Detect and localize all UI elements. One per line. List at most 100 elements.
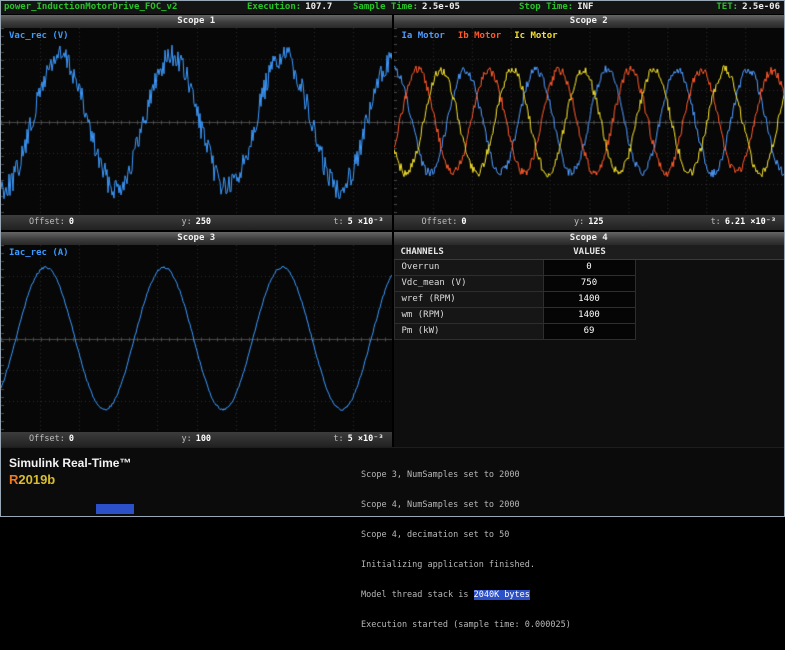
simulink-brand: Simulink Real-Time™: [9, 456, 131, 470]
execution-time: Execution: 107.7: [247, 1, 332, 14]
status-bar: power_InductionMotorDrive_FOC_v2 Executi…: [1, 1, 784, 15]
y-label: y:: [181, 434, 191, 444]
execution-value: 107.7: [305, 2, 332, 12]
t-label: t:: [333, 217, 343, 227]
log-line: Scope 4, NumSamples set to 2000: [361, 500, 571, 510]
scope4-table: CHANNELS VALUES Overrun 0 Vdc_mean (V) 7…: [394, 245, 785, 447]
scope2-y-scale: y: 125: [574, 215, 604, 230]
y-label: y:: [574, 217, 584, 227]
sample-time-label: Sample Time:: [353, 2, 418, 12]
log-line: Initializing application finished.: [361, 560, 571, 570]
legend-ia-motor: Ia Motor: [402, 31, 445, 41]
channel-value-cell: 750: [544, 276, 636, 292]
tet: TET: 2.5e-06: [716, 1, 780, 14]
offset-label: Offset:: [29, 434, 65, 444]
offset-value: 0: [69, 434, 74, 444]
scope3-panel: Scope 3 Iac_rec (A) Offset: 0 y: 100 t: 5 ×…: [1, 232, 392, 447]
model-name: power_InductionMotorDrive_FOC_v2: [4, 1, 177, 14]
legend-ic-motor: Ic Motor: [514, 31, 557, 41]
channel-value-cell: 1400: [544, 308, 636, 324]
scope3-plot: Iac_rec (A): [1, 245, 392, 432]
channel-name-cell: wref (RPM): [394, 292, 544, 308]
release-version: R2019b: [9, 472, 55, 487]
y-value: 250: [196, 217, 211, 227]
scope1-panel: Scope 1 Vac_rec (V) Offset: 0 y: 250 t: 5 ×…: [1, 15, 392, 230]
release-r: R: [9, 472, 18, 487]
y-value: 125: [588, 217, 603, 227]
table-row: Vdc_mean (V) 750: [394, 276, 785, 292]
scope1-footer: Offset: 0 y: 250 t: 5 ×10⁻³: [1, 215, 392, 230]
scope2-offset: Offset:0: [422, 215, 467, 230]
offset-label: Offset:: [29, 217, 65, 227]
scope2-waveform-canvas: [394, 28, 785, 215]
y-value: 100: [196, 434, 211, 444]
system-log: Scope 3, NumSamples set to 2000 Scope 4,…: [361, 450, 571, 650]
release-year: 2019b: [18, 472, 55, 487]
t-value: 5 ×10⁻³: [348, 434, 384, 444]
table-row: Overrun 0: [394, 260, 785, 276]
scope3-t-scale: t: 5 ×10⁻³: [333, 432, 383, 447]
scope3-signal-label: Iac_rec (A): [9, 248, 69, 258]
table-row: wref (RPM) 1400: [394, 292, 785, 308]
scope4-panel: Scope 4 CHANNELS VALUES Overrun 0 Vdc_me…: [394, 232, 785, 447]
channel-value-cell: 69: [544, 324, 636, 340]
scope3-offset: Offset: 0: [29, 432, 74, 447]
table-header-values: VALUES: [544, 245, 636, 260]
table-header-channels: CHANNELS: [394, 245, 544, 260]
scope2-footer: Offset:0 y: 125 t: 6.21 ×10⁻³: [394, 215, 785, 230]
offset-label: Offset:: [422, 217, 458, 227]
channel-name-cell: wm (RPM): [394, 308, 544, 324]
channel-name-cell: Overrun: [394, 260, 544, 276]
log-line: Execution started (sample time: 0.000025…: [361, 620, 571, 630]
tet-value: 2.5e-06: [742, 2, 780, 12]
execution-label: Execution:: [247, 2, 301, 12]
t-label: t:: [333, 434, 343, 444]
table-row: wm (RPM) 1400: [394, 308, 785, 324]
channel-name-cell: Pm (kW): [394, 324, 544, 340]
scope2-header: Scope 2: [394, 15, 785, 28]
sample-time-value: 2.5e-05: [422, 2, 460, 12]
scope2-panel: Scope 2 Ia Motor Ib Motor Ic Motor Offse…: [394, 15, 785, 230]
sample-time: Sample Time: 2.5e-05: [353, 1, 460, 14]
scope3-header: Scope 3: [1, 232, 392, 245]
table-header-row: CHANNELS VALUES: [394, 245, 785, 260]
channel-value-cell: 1400: [544, 292, 636, 308]
log-line: Scope 4, decimation set to 50: [361, 530, 571, 540]
scope1-t-scale: t: 5 ×10⁻³: [333, 215, 383, 230]
scope-grid: Scope 1 Vac_rec (V) Offset:0 y:250 t:5 ×…: [1, 15, 784, 447]
table-row: Pm (kW) 69: [394, 324, 785, 340]
offset-value: 0: [461, 217, 466, 227]
footer-bar: Simulink Real-Time™ R2019b Scope 3, NumS…: [1, 447, 784, 516]
legend-ib-motor: Ib Motor: [458, 31, 501, 41]
scope1-header: Scope 1: [1, 15, 392, 28]
scope1-plot: Vac_rec (V): [1, 28, 392, 215]
log-line-prefix: Model thread stack is: [361, 590, 474, 600]
log-line: Model thread stack is 2040K bytes: [361, 590, 571, 600]
log-highlight: 2040K bytes: [474, 590, 530, 600]
channel-value-cell: 0: [544, 260, 636, 276]
scope3-waveform-canvas: [1, 245, 392, 432]
scope1-signal-label: Vac_rec (V): [9, 31, 69, 41]
stop-time-label: Stop Time:: [519, 2, 573, 12]
scope1-y-scale: y: 250: [181, 215, 211, 230]
offset-value: 0: [69, 217, 74, 227]
scope1-waveform-canvas: [1, 28, 392, 215]
simulink-target-screen: power_InductionMotorDrive_FOC_v2 Executi…: [0, 0, 785, 517]
tet-label: TET:: [716, 2, 738, 12]
cursor-block: [96, 504, 134, 514]
channel-name-cell: Vdc_mean (V): [394, 276, 544, 292]
t-label: t:: [711, 217, 721, 227]
scope1-offset: Offset: 0: [29, 215, 74, 230]
scope3-footer: Offset: 0 y: 100 t: 5 ×10⁻³: [1, 432, 392, 447]
stop-time: Stop Time: INF: [519, 1, 593, 14]
scope4-header: Scope 4: [394, 232, 785, 245]
scope2-plot: Ia Motor Ib Motor Ic Motor: [394, 28, 785, 215]
scope2-t-scale: t: 6.21 ×10⁻³: [711, 215, 776, 230]
t-value: 6.21 ×10⁻³: [725, 217, 776, 227]
scope2-legend: Ia Motor Ib Motor Ic Motor: [402, 31, 558, 41]
stop-time-value: INF: [577, 2, 593, 12]
scope3-y-scale: y: 100: [181, 432, 211, 447]
t-value: 5 ×10⁻³: [348, 217, 384, 227]
y-label: y:: [181, 217, 191, 227]
log-line: Scope 3, NumSamples set to 2000: [361, 470, 571, 480]
